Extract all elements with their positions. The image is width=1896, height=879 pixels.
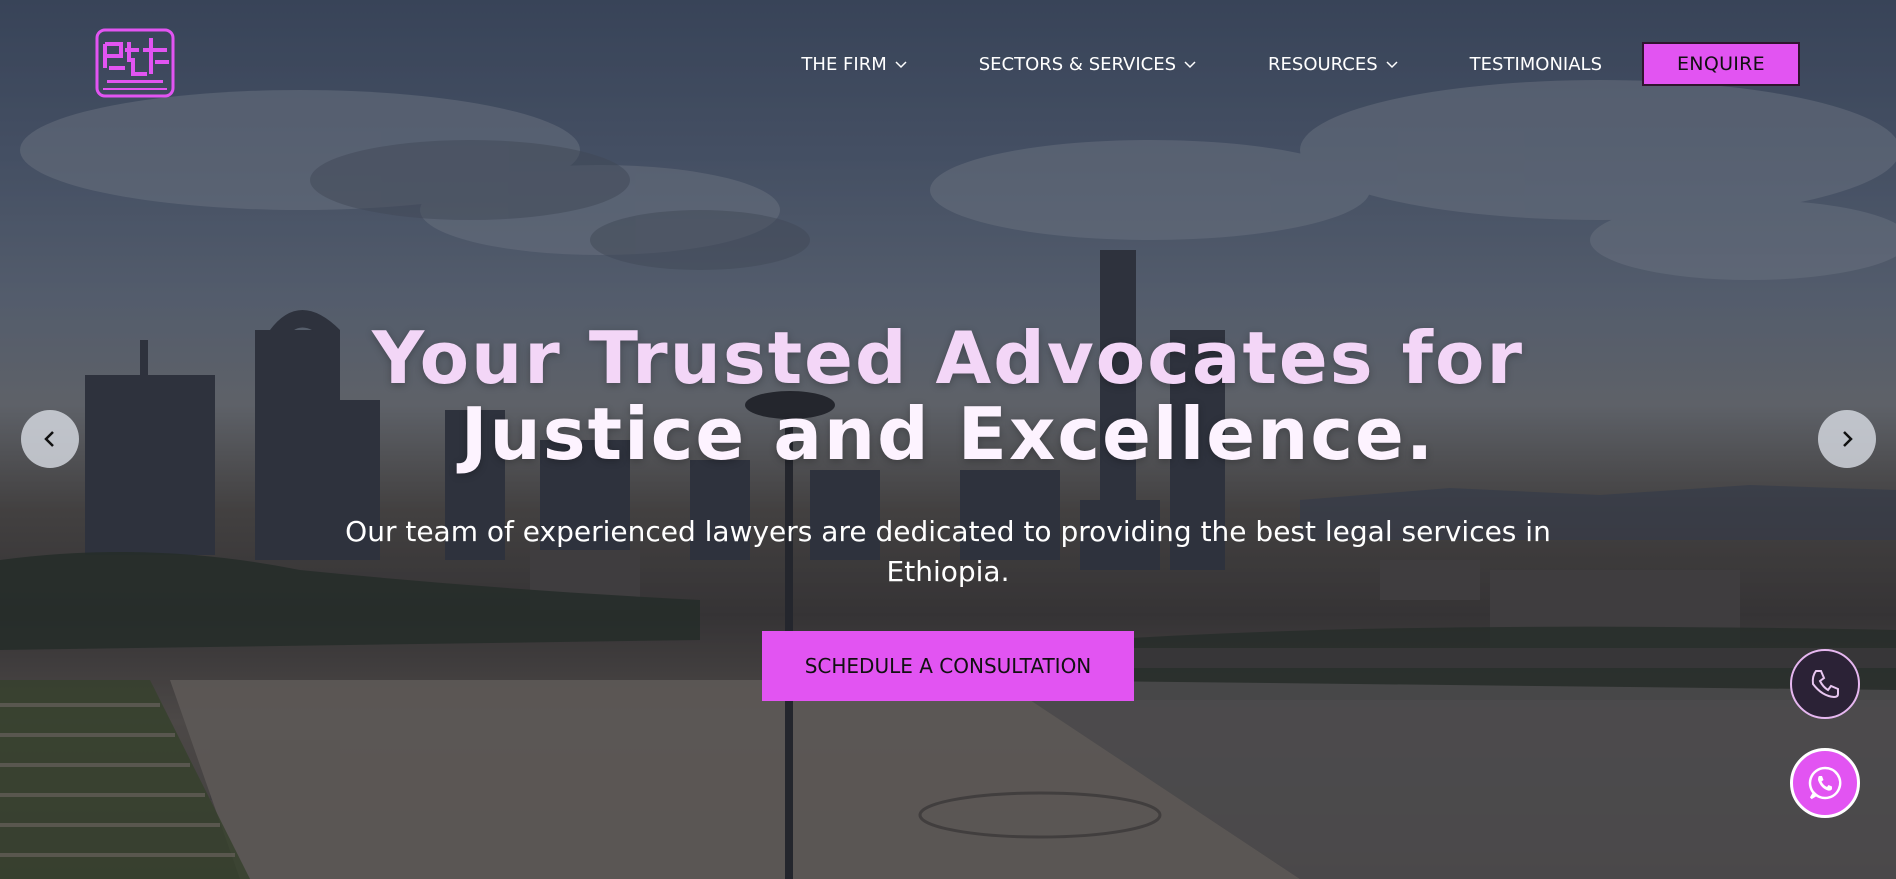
slider-prev-button[interactable] — [21, 410, 79, 468]
chevron-left-icon — [44, 431, 54, 447]
main-nav: THE FIRM SECTORS & SERVICES RESOURCES TE… — [801, 42, 1800, 86]
nav-item-label: RESOURCES — [1268, 53, 1378, 75]
schedule-consultation-button[interactable]: SCHEDULE A CONSULTATION — [762, 631, 1134, 701]
nav-item-the-firm[interactable]: THE FIRM — [801, 53, 907, 75]
hero-subheadline: Our team of experienced lawyers are dedi… — [345, 515, 1551, 588]
whatsapp-icon — [1808, 766, 1842, 800]
enquire-button[interactable]: ENQUIRE — [1642, 42, 1800, 86]
chevron-down-icon — [1386, 61, 1398, 69]
phone-icon — [1811, 670, 1839, 699]
phone-call-button[interactable] — [1790, 649, 1860, 719]
nav-item-testimonials[interactable]: TESTIMONIALS — [1470, 54, 1602, 75]
nav-item-sectors-services[interactable]: SECTORS & SERVICES — [979, 54, 1196, 75]
firm-logo-icon — [95, 28, 175, 98]
slider-next-button[interactable] — [1818, 410, 1876, 468]
firm-logo[interactable] — [95, 28, 177, 102]
chevron-down-icon — [1184, 61, 1196, 69]
hero-headline: Your Trusted Advocates for Justice and E… — [0, 320, 1896, 472]
whatsapp-button[interactable] — [1790, 748, 1860, 818]
nav-item-label: SECTORS & SERVICES — [978, 53, 1177, 75]
hero-headline-line2: Justice and Excellence. — [460, 392, 1436, 476]
chevron-right-icon — [1843, 431, 1853, 447]
nav-item-label: TESTIMONIALS — [1469, 53, 1602, 75]
chevron-down-icon — [895, 61, 907, 69]
nav-item-label: THE FIRM — [801, 53, 887, 75]
nav-item-resources[interactable]: RESOURCES — [1268, 54, 1398, 75]
hero-headline-line1: Your Trusted Advocates for — [372, 316, 1524, 400]
